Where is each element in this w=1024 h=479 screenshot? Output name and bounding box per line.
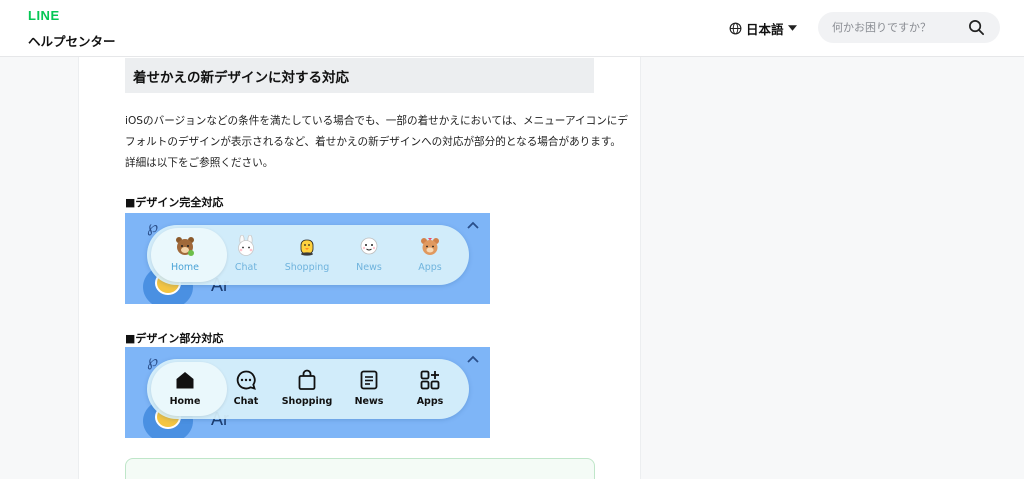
tab-chat[interactable]: Chat — [214, 225, 278, 285]
brown-bear-icon — [176, 237, 194, 256]
tab-label: Apps — [418, 262, 442, 273]
apps-grid-icon — [420, 370, 440, 390]
chevron-up-icon — [467, 221, 479, 229]
paragraph-line: iOSのバージョンなどの条件を満たしている場合でも、一部の着せかえにおいては、メ… — [125, 115, 628, 127]
article-paragraph: iOSのバージョンなどの条件を満たしている場合でも、一部の着せかえにおいては、メ… — [125, 111, 628, 174]
tab-news[interactable]: News — [337, 359, 401, 419]
caret-down-icon — [787, 25, 797, 31]
right-rail — [641, 57, 1024, 479]
site-header: LINE ヘルプセンター 日本語 — [0, 0, 1024, 57]
tab-shopping[interactable]: Shopping — [275, 359, 339, 419]
tab-label: Home — [170, 262, 200, 273]
article-body: 着せかえの新デザインに対する対応 iOSのバージョンなどの条件を満たしている場合… — [78, 57, 641, 479]
full-support-heading: ■デザイン完全対応 — [125, 196, 224, 209]
tab-label: Home — [169, 396, 201, 407]
tab-chat[interactable]: Chat — [214, 359, 278, 419]
moon-icon — [360, 237, 378, 255]
paragraph-line: 詳細は以下をご参照ください。 — [125, 157, 274, 169]
chevron-up-icon — [467, 355, 479, 363]
note-box — [125, 458, 595, 479]
tab-apps[interactable]: Apps — [398, 359, 462, 419]
cony-rabbit-icon — [238, 235, 254, 256]
partial-support-screenshot: ℘ Ar Home Chat Shopping News Apps — [125, 347, 490, 438]
tab-label: News — [356, 262, 382, 273]
language-selector[interactable]: 日本語 — [729, 19, 797, 37]
search-input[interactable] — [832, 12, 962, 43]
choco-bear-icon — [421, 238, 439, 255]
news-icon — [360, 370, 378, 390]
paragraph-line: フォルトのデザインが表示されるなど、着せかえの新デザインへの対応が部分的となる場… — [125, 136, 621, 148]
tab-label: News — [354, 396, 384, 407]
tab-apps[interactable]: Apps — [398, 225, 462, 285]
tab-news[interactable]: News — [337, 225, 401, 285]
line-logo[interactable]: LINE — [28, 8, 60, 23]
tab-bar: Home Chat Shopping News Apps — [147, 225, 469, 285]
partial-support-heading: ■デザイン部分対応 — [125, 332, 224, 345]
tab-label: Apps — [416, 396, 444, 407]
tab-label: Shopping — [281, 396, 333, 407]
language-label: 日本語 — [746, 21, 784, 37]
chat-bubble-icon — [236, 370, 256, 390]
tab-home[interactable]: Home — [151, 359, 227, 419]
tab-shopping[interactable]: Shopping — [275, 225, 339, 285]
tab-label: Shopping — [284, 262, 330, 273]
sally-chick-icon — [300, 239, 314, 256]
tab-label: Chat — [233, 396, 259, 407]
help-center-title[interactable]: ヘルプセンター — [28, 31, 116, 50]
tab-home[interactable]: Home — [151, 225, 227, 285]
tab-bar: Home Chat Shopping News Apps — [147, 359, 469, 419]
globe-icon — [729, 22, 742, 34]
shopping-bag-icon — [298, 369, 316, 390]
search-box — [818, 12, 1000, 43]
full-support-screenshot: ℘ Ar Home Chat Shopping News Apps — [125, 213, 490, 304]
search-icon[interactable] — [968, 19, 985, 36]
house-icon — [176, 372, 194, 389]
section-heading: 着せかえの新デザインに対する対応 — [125, 58, 594, 93]
tab-label: Chat — [234, 262, 258, 273]
